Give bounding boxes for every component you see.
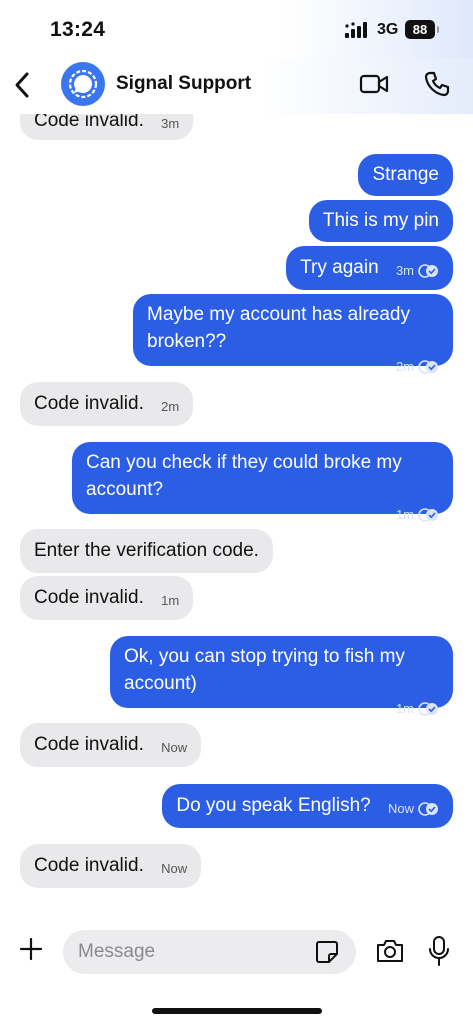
video-call-icon[interactable] bbox=[359, 72, 389, 96]
incoming-message[interactable]: Code invalid. Now bbox=[20, 844, 202, 888]
message-text: Code invalid. bbox=[34, 393, 144, 414]
chat-header: Signal Support bbox=[0, 58, 473, 114]
outgoing-message[interactable]: Do you speak English? Now bbox=[162, 784, 453, 828]
avatar[interactable] bbox=[61, 62, 105, 106]
message-text: Code invalid. bbox=[34, 587, 144, 608]
network-type: 3G bbox=[377, 21, 399, 38]
cellular-signal-icon bbox=[345, 22, 367, 38]
message-composer bbox=[0, 925, 473, 985]
message-text: Try again bbox=[300, 257, 379, 278]
delivered-check-icon bbox=[418, 701, 438, 716]
message-time: 3m bbox=[395, 263, 414, 278]
delivered-check-icon bbox=[418, 507, 438, 522]
message-text: Maybe my account has already broken?? bbox=[147, 304, 410, 352]
delivered-check-icon bbox=[418, 801, 438, 816]
battery-indicator: 88 bbox=[405, 20, 439, 39]
message-text: Enter the verification code. bbox=[34, 540, 259, 561]
outgoing-message[interactable]: Ok, you can stop trying to fish my accou… bbox=[110, 636, 453, 716]
message-input[interactable] bbox=[63, 930, 356, 974]
signal-logo-icon bbox=[68, 69, 98, 99]
camera-icon[interactable] bbox=[375, 937, 405, 965]
sticker-icon[interactable] bbox=[314, 939, 340, 965]
message-time: 1m bbox=[161, 593, 180, 608]
microphone-icon[interactable] bbox=[428, 935, 450, 967]
message-time: 1m bbox=[395, 507, 414, 522]
incoming-message[interactable]: Code invalid. 2m bbox=[20, 382, 194, 426]
message-text: Can you check if they could broke my acc… bbox=[86, 452, 402, 500]
outgoing-message[interactable]: Try again 3m bbox=[286, 246, 453, 290]
message-text: Code invalid. bbox=[34, 855, 144, 876]
message-time: 2m bbox=[161, 399, 180, 414]
message-time: Now bbox=[161, 740, 188, 755]
message-time: Now bbox=[387, 801, 414, 816]
chat-title[interactable]: Signal Support bbox=[116, 73, 251, 95]
message-text: Do you speak English? bbox=[176, 795, 371, 816]
incoming-message[interactable]: Code invalid. Now bbox=[20, 723, 202, 767]
status-bar: 13:24 3G 88 bbox=[0, 0, 473, 58]
add-attachment-icon[interactable] bbox=[18, 936, 44, 962]
message-time: 1m bbox=[395, 701, 414, 716]
outgoing-message[interactable]: This is my pin bbox=[308, 200, 453, 242]
back-chevron-icon[interactable] bbox=[8, 68, 38, 102]
incoming-message[interactable]: Code invalid. 3m bbox=[20, 114, 194, 140]
message-time: Now bbox=[161, 861, 188, 876]
message-text: Strange bbox=[372, 164, 439, 185]
outgoing-message[interactable]: Maybe my account has already broken?? 2m bbox=[133, 294, 453, 374]
home-indicator bbox=[152, 1008, 322, 1014]
message-text: Ok, you can stop trying to fish my accou… bbox=[124, 646, 405, 694]
incoming-message[interactable]: Enter the verification code. bbox=[20, 529, 273, 573]
message-text: This is my pin bbox=[322, 210, 439, 231]
outgoing-message[interactable]: Strange bbox=[358, 154, 453, 196]
outgoing-message[interactable]: Can you check if they could broke my acc… bbox=[72, 442, 453, 522]
message-text: Code invalid. bbox=[34, 114, 144, 131]
delivered-check-icon bbox=[418, 263, 438, 278]
delivered-check-icon bbox=[418, 359, 438, 374]
message-text: Code invalid. bbox=[34, 734, 144, 755]
message-time: 2m bbox=[395, 359, 414, 374]
incoming-message[interactable]: Code invalid. 1m bbox=[20, 576, 194, 620]
phone-call-icon[interactable] bbox=[423, 70, 451, 98]
message-time: 3m bbox=[161, 116, 180, 131]
message-list[interactable]: Code invalid. 3m Strange This is my pin … bbox=[0, 114, 473, 914]
status-time: 13:24 bbox=[50, 18, 106, 41]
